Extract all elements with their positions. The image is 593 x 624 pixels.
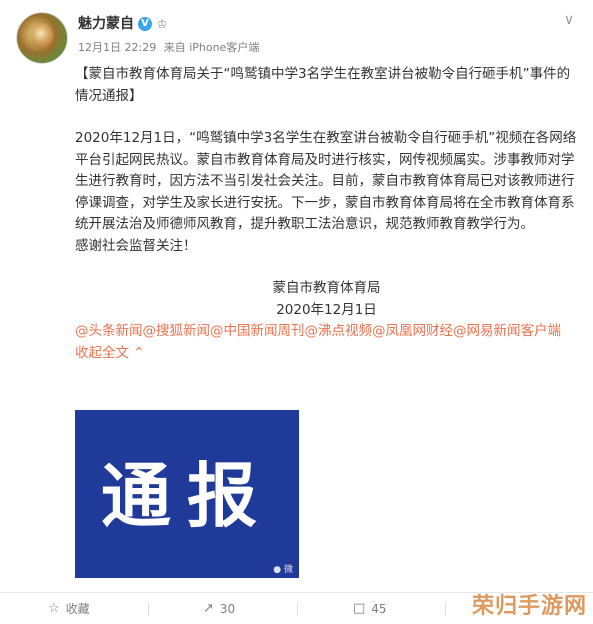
post-body: 2020年12月1日，“鸣鹫镇中学3名学生在教室讲台被勒令自行砸手机”视频在各网… [75,130,577,232]
image-caption-text: 通报 [101,455,273,537]
comment-count: 45 [371,601,387,616]
comment-button[interactable]: □ 45 [353,593,387,624]
verified-icon: V [138,17,152,31]
favorite-button[interactable]: ☆ 收藏 [48,593,90,624]
divider [297,602,298,616]
mention-links: @头条新闻@搜狐新闻@中国新闻周刊@沸点视频@凤凰网财经@网易新闻客户端 收起全… [75,321,578,364]
divider [148,602,149,616]
post-meta: 12月1日 22:29 来自 iPhone客户端 [78,40,263,56]
post-source: 来自 iPhone客户端 [163,41,260,54]
mention-link[interactable]: @网易新闻客户端 [453,323,561,339]
star-icon: ☆ [48,601,60,616]
mention-link[interactable]: @中国新闻周刊 [210,323,305,339]
signature-date: 2020年12月1日 [276,301,377,318]
weibo-watermark-icon: ● 微 [273,565,293,575]
mention-link[interactable]: @沸点视频 [305,323,373,339]
signature-org: 蒙自市教育体育局 [272,280,381,296]
chevron-down-icon[interactable]: ∨ [561,12,577,28]
chevron-up-icon: ⌃ [133,344,145,361]
divider [445,602,446,616]
comment-icon: □ [353,601,366,616]
collapse-label: 收起全文 [75,344,129,361]
post-image[interactable]: 通报 ● 微 [75,410,299,578]
mention-link[interactable]: @头条新闻 [75,323,143,339]
collapse-text-button[interactable]: 收起全文 ⌃ [75,345,145,361]
post-timestamp[interactable]: 12月1日 22:29 [78,41,156,54]
post-title: 【蒙自市教育体育局关于“鸣鹫镇中学3名学生在教室讲台被勒令自行砸手机”事件的情况… [75,66,571,104]
forward-icon: ↗ [203,601,214,616]
mention-link[interactable]: @搜狐新闻 [143,323,211,339]
site-watermark: 荣归手游网 [471,594,587,619]
mention-link[interactable]: @凤凰网财经 [372,323,453,339]
crown-badge-icon: ♔ [156,17,168,31]
author-name[interactable]: 魅力蒙自 [78,14,134,34]
weibo-post-card: 魅力蒙自 V ♔ 12月1日 22:29 来自 iPhone客户端 ∨ 【蒙自市… [0,0,593,624]
favorite-label: 收藏 [65,602,90,616]
forward-button[interactable]: ↗ 30 [203,593,235,624]
post-thanks: 感谢社会监督关注！ [75,237,197,254]
forward-count: 30 [219,601,236,616]
avatar[interactable] [16,12,68,64]
post-content: 【蒙自市教育体育局关于“鸣鹫镇中学3名学生在教室讲台被勒令自行砸手机”事件的情况… [75,64,578,364]
